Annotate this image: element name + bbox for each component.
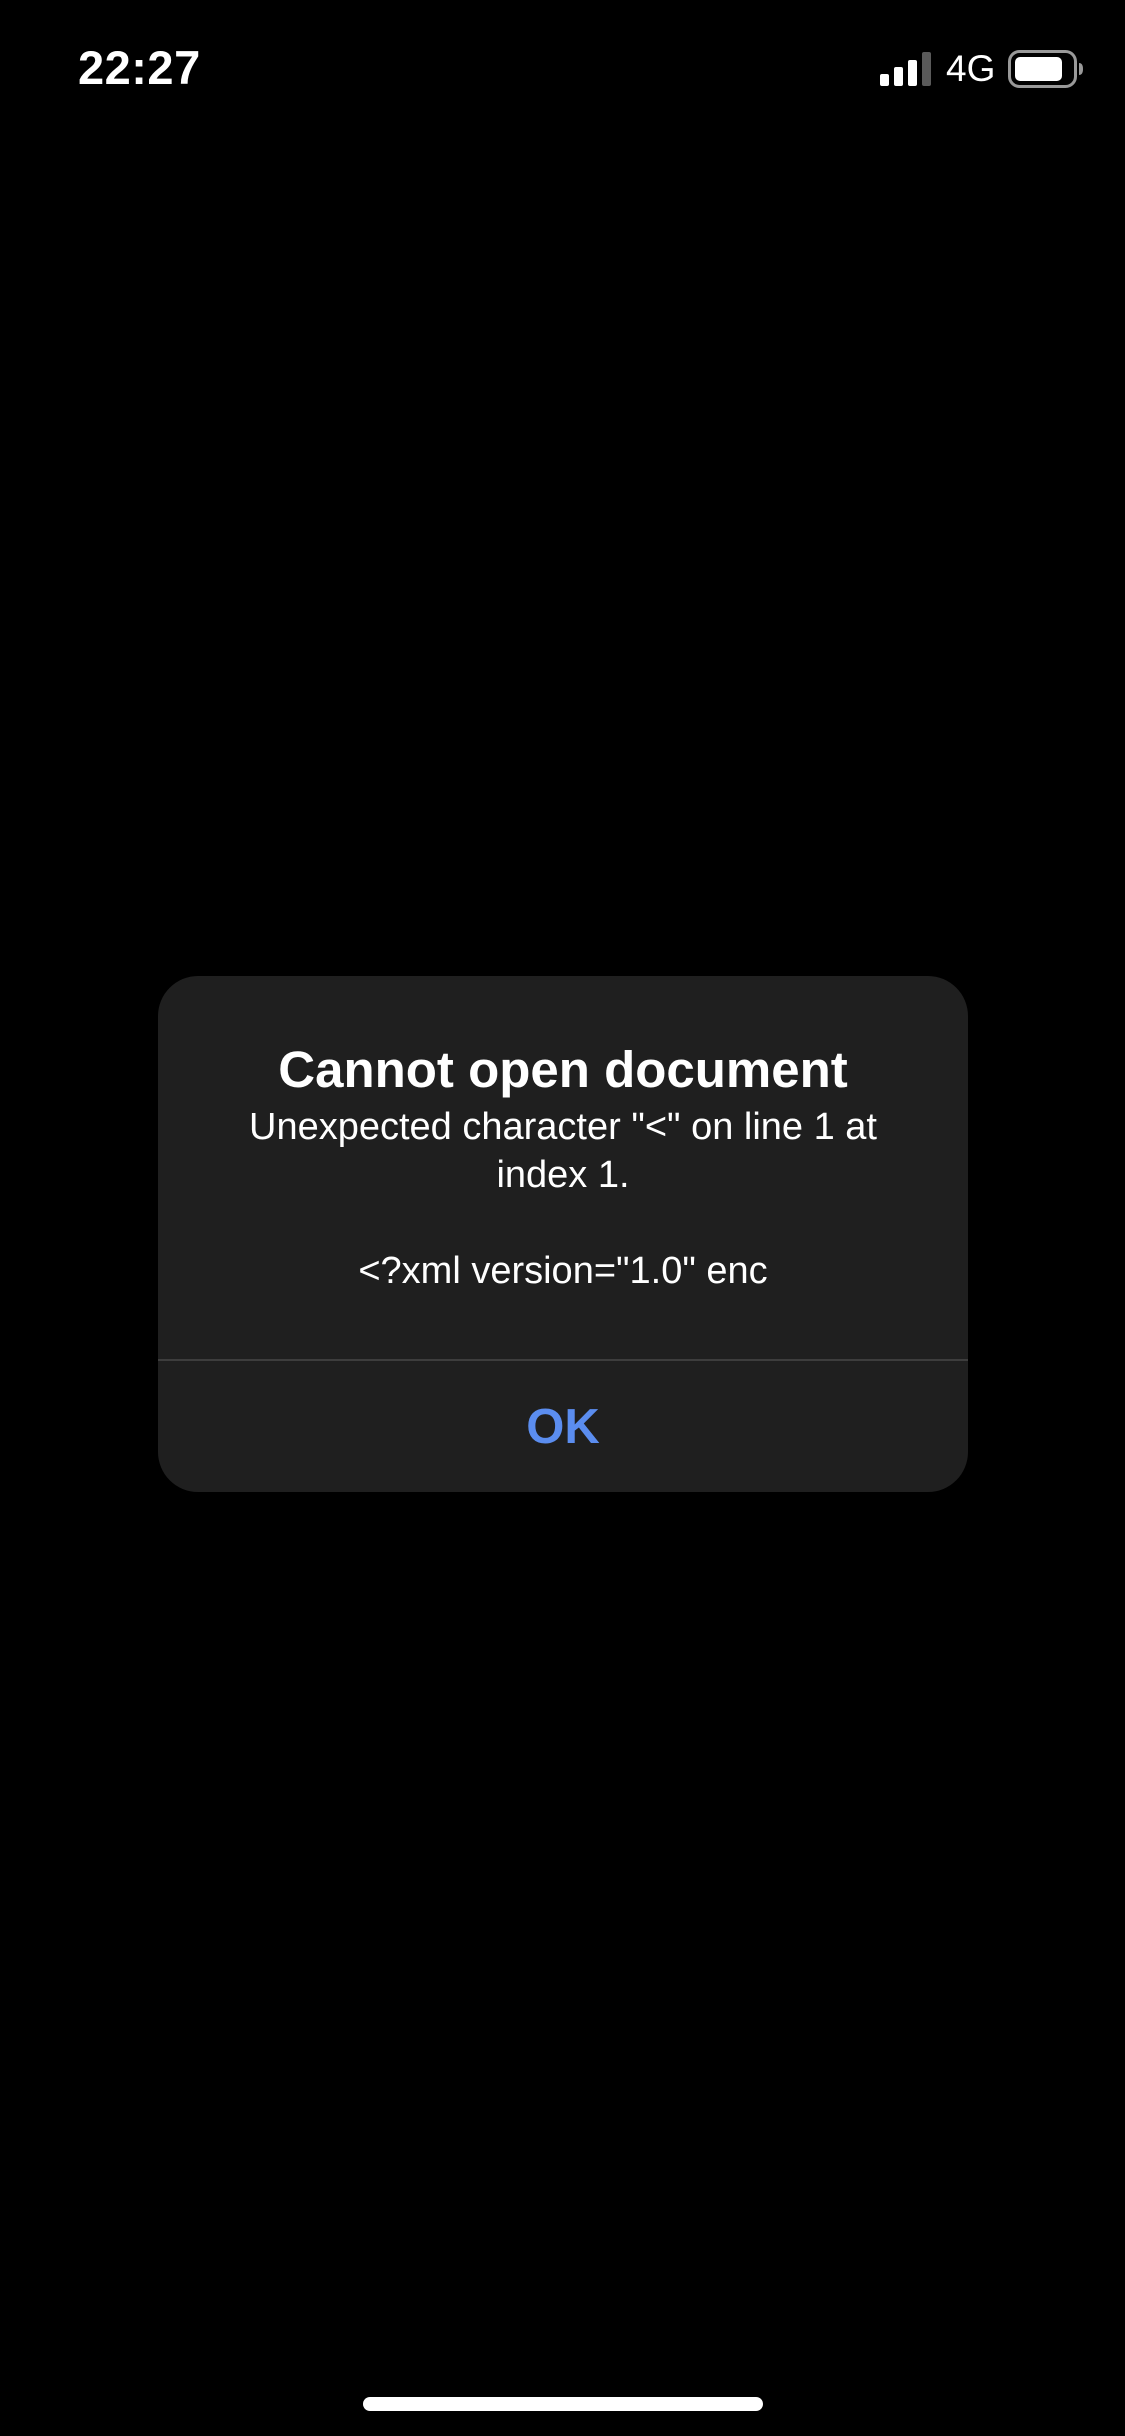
alert-title: Cannot open document <box>278 1041 848 1098</box>
alert-message: Unexpected character "<" on line 1 at in… <box>249 1106 877 1292</box>
home-indicator[interactable] <box>363 2397 763 2411</box>
ok-button-label: OK <box>526 1399 600 1454</box>
network-type-label: 4G <box>946 48 996 89</box>
battery-icon <box>1008 50 1083 88</box>
alert-dialog: Cannot open document Unexpected characte… <box>158 976 968 1492</box>
status-time: 22:27 <box>78 41 201 94</box>
cellular-signal-icon <box>880 52 931 86</box>
status-bar: 22:27 4G <box>0 0 1125 140</box>
ok-button[interactable]: OK <box>158 1361 968 1492</box>
